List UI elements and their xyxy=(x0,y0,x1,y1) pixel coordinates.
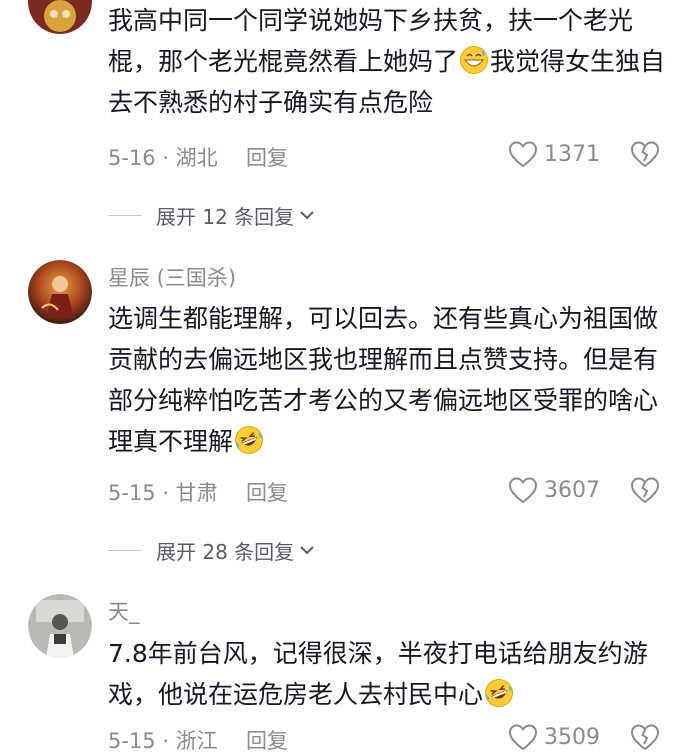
chevron-down-icon xyxy=(300,546,314,555)
heart-icon xyxy=(508,477,538,504)
expand-replies-label: 展开 12 条回复 xyxy=(156,204,295,229)
like-count: 1371 xyxy=(544,141,600,167)
comment-text: 7.8年前台风，记得很深，半夜打电话给朋友约游戏，他说在运危房老人去村民中心 xyxy=(108,639,648,709)
heart-icon xyxy=(508,724,538,751)
comment-username[interactable]: 星辰 (三国杀) xyxy=(108,262,236,292)
comment-username[interactable]: 天_ xyxy=(108,596,140,626)
broken-heart-icon xyxy=(630,477,660,504)
comment-date-location: 5-15 · 浙江 xyxy=(108,729,218,753)
expand-replies-label: 展开 28 条回复 xyxy=(156,539,295,564)
comment-date-location: 5-15 · 甘肃 xyxy=(108,481,218,505)
grin-sweat-emoji xyxy=(460,46,489,74)
like-count: 3607 xyxy=(544,477,600,503)
expand-replies-button[interactable]: 展开 28 条回复 xyxy=(108,535,316,565)
like-count: 3509 xyxy=(544,724,600,750)
comment-text: 我高中同一个同学说她妈下乡扶贫，扶一个老光棍，那个老光棍竟然看上她妈了 我觉得女生… xyxy=(108,6,666,117)
comment-date-location: 5-16 · 湖北 xyxy=(108,146,218,170)
avatar[interactable] xyxy=(28,0,92,34)
like-button[interactable]: 3607 xyxy=(508,475,600,505)
rolling-laugh-emoji xyxy=(235,426,264,454)
heart-icon xyxy=(508,141,538,168)
like-button[interactable]: 1371 xyxy=(508,139,600,169)
avatar[interactable] xyxy=(28,594,92,658)
rolling-laugh-emoji xyxy=(485,679,514,707)
broken-heart-icon xyxy=(630,141,660,168)
reply-button[interactable]: 回复 xyxy=(246,477,288,507)
expand-replies-button[interactable]: 展开 12 条回复 xyxy=(108,200,316,230)
avatar[interactable] xyxy=(28,260,92,324)
chevron-down-icon xyxy=(300,211,314,220)
comment-text: 选调生都能理解，可以回去。还有些真心为祖国做贡献的去偏远地区我也理解而且点赞支持… xyxy=(108,304,659,456)
dislike-button[interactable] xyxy=(630,475,660,505)
divider-line xyxy=(108,214,142,216)
dislike-button[interactable] xyxy=(630,139,660,169)
divider-line xyxy=(108,549,142,551)
reply-button[interactable]: 回复 xyxy=(246,142,288,172)
reply-button[interactable]: 回复 xyxy=(246,725,288,755)
